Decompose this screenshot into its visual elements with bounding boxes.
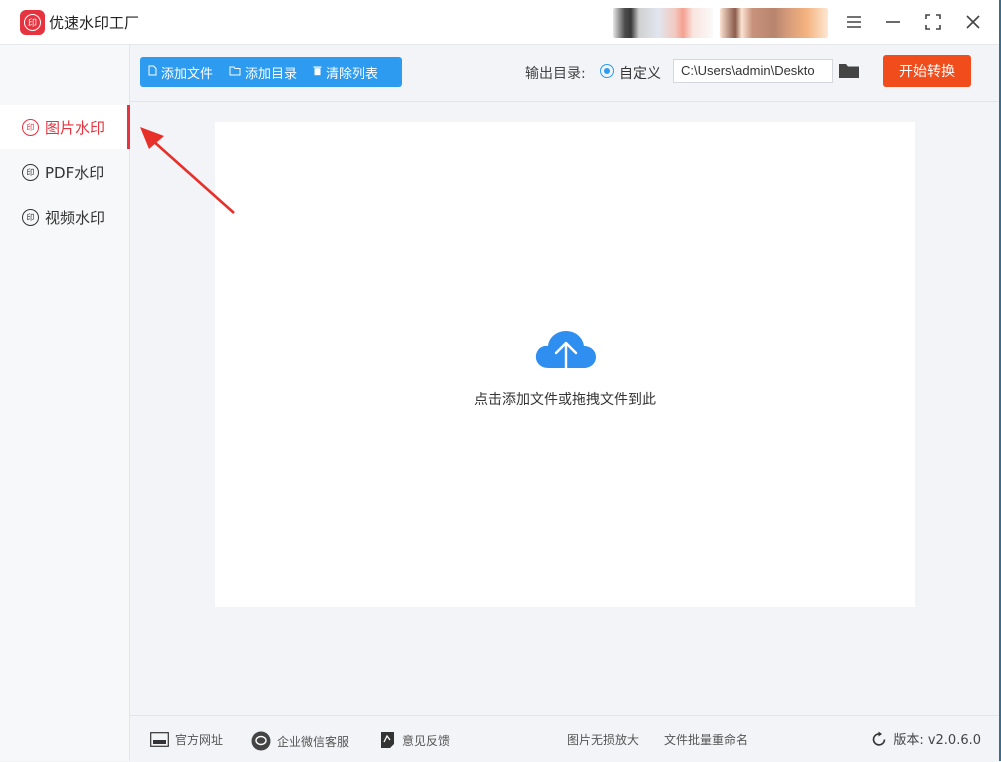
wechat-icon: [251, 731, 271, 751]
add-directory-button[interactable]: 添加目录: [221, 57, 305, 87]
website-link[interactable]: 官方网址: [150, 731, 223, 748]
stamp-icon: 印: [22, 163, 39, 181]
file-button-group: 添加文件 添加目录 清除列表: [140, 57, 402, 87]
stamp-icon: 印: [22, 118, 39, 136]
app-logo-icon: 印: [20, 10, 45, 35]
add-file-button[interactable]: 添加文件: [140, 57, 221, 87]
maximize-icon[interactable]: [920, 9, 946, 35]
annotation-arrow-icon: [140, 127, 235, 214]
blurred-user-info: [613, 8, 713, 38]
app-title: 优速水印工厂: [49, 14, 140, 32]
drop-hint-text: 点击添加文件或拖拽文件到此: [474, 392, 656, 408]
add-file-label: 添加文件: [161, 66, 214, 82]
title-bar: 印 优速水印工厂: [0, 0, 1001, 45]
custom-dir-label[interactable]: 自定义: [619, 63, 661, 83]
start-convert-button[interactable]: 开始转换: [883, 55, 971, 87]
blurred-account-info: [720, 8, 828, 38]
add-directory-label: 添加目录: [245, 66, 298, 82]
feedback-icon: [381, 732, 394, 748]
sidebar-item-pdf-watermark[interactable]: 印 PDF水印: [0, 150, 129, 194]
version-info[interactable]: 版本: v2.0.6.0: [871, 729, 981, 748]
footer: 官方网址 企业微信客服 意见反馈 图片无损放大 文件批量重命名 版本: v2.0…: [130, 715, 1001, 762]
clear-list-button[interactable]: 清除列表: [305, 57, 386, 87]
clear-list-label: 清除列表: [326, 66, 379, 82]
website-icon: [150, 732, 169, 747]
file-icon: [148, 65, 157, 79]
trash-icon: [313, 65, 322, 79]
custom-dir-radio[interactable]: [600, 64, 614, 78]
output-dir-label: 输出目录:: [525, 66, 586, 82]
stamp-icon: 印: [22, 208, 39, 226]
wechat-service-link[interactable]: 企业微信客服: [251, 731, 349, 751]
feedback-link[interactable]: 意见反馈: [380, 731, 450, 749]
file-drop-area[interactable]: 点击添加文件或拖拽文件到此: [215, 122, 915, 607]
output-path-input[interactable]: C:\Users\admin\Deskto: [673, 59, 833, 83]
sidebar: 印 图片水印 印 PDF水印 印 视频水印: [0, 45, 130, 761]
sidebar-item-label: 视频水印: [45, 208, 106, 227]
sidebar-item-video-watermark[interactable]: 印 视频水印: [0, 195, 129, 239]
batch-rename-link[interactable]: 文件批量重命名: [664, 731, 748, 748]
close-icon[interactable]: [960, 9, 986, 35]
sidebar-item-label: 图片水印: [45, 118, 106, 137]
cloud-upload-icon: [535, 331, 596, 382]
refresh-icon: [873, 731, 886, 746]
minimize-icon[interactable]: [880, 9, 906, 35]
browse-folder-icon[interactable]: [839, 63, 859, 79]
sidebar-item-image-watermark[interactable]: 印 图片水印: [0, 105, 130, 149]
sidebar-item-label: PDF水印: [45, 163, 105, 182]
image-enlarge-link[interactable]: 图片无损放大: [567, 731, 639, 748]
toolbar: 添加文件 添加目录 清除列表 输出目录: 自定义 C:\Users\admin\…: [130, 45, 1001, 102]
menu-icon[interactable]: [841, 9, 867, 35]
folder-outline-icon: [229, 66, 241, 79]
